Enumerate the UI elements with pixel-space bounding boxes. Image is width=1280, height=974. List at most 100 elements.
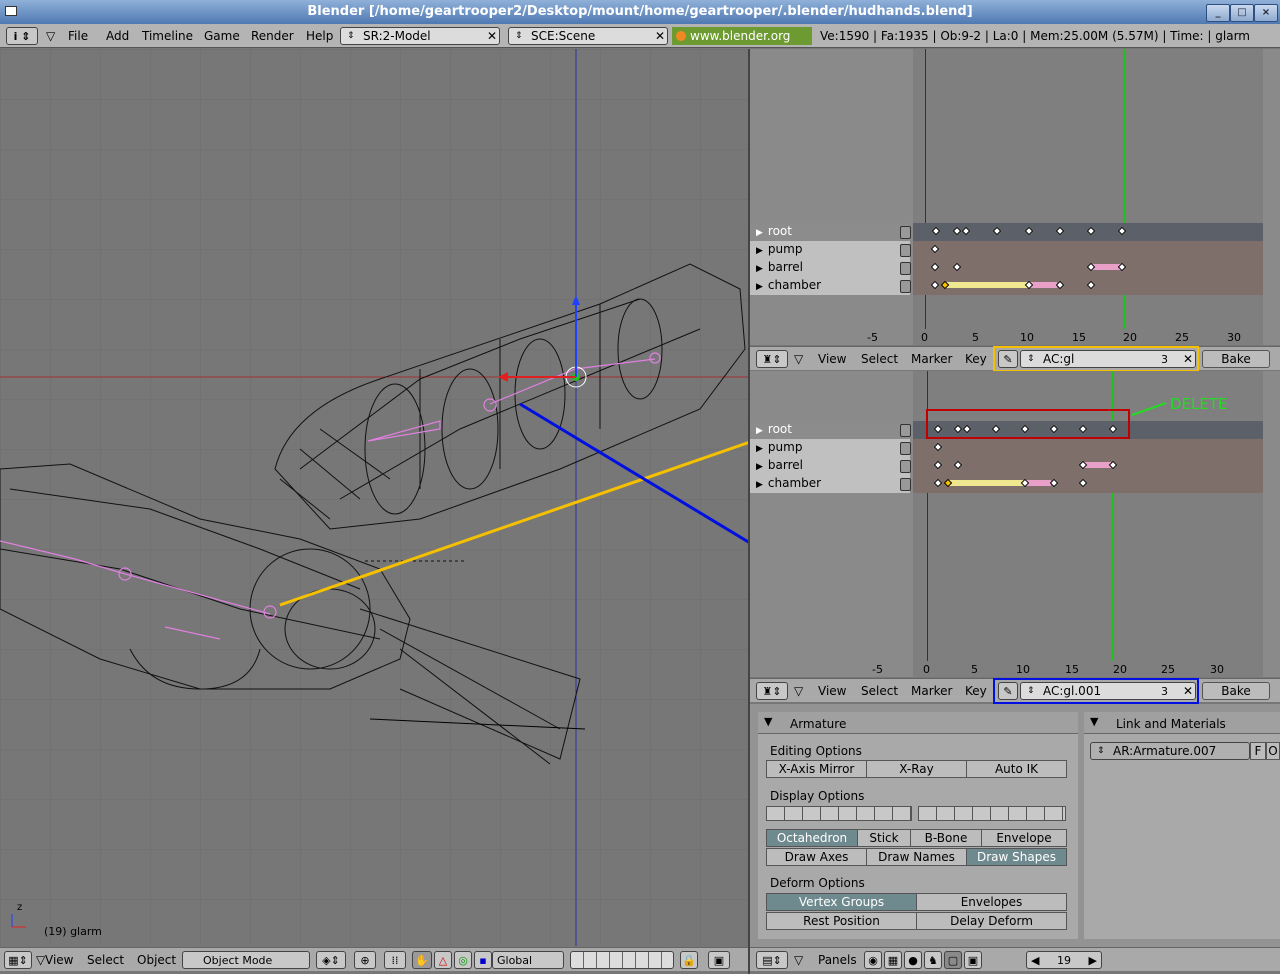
close-icon[interactable]: ✕ — [1183, 683, 1193, 700]
menu-timeline[interactable]: Timeline — [142, 29, 193, 43]
render-icon[interactable]: ▣ — [708, 951, 730, 969]
bake-button[interactable]: Bake — [1202, 682, 1270, 700]
collapse-triangle-icon[interactable]: ▼ — [1090, 715, 1098, 728]
lock-icon[interactable] — [900, 244, 911, 257]
scene-icon[interactable]: ▣ — [964, 951, 982, 969]
editor-type-icon[interactable]: ▦⇕ — [4, 951, 32, 969]
info-icon[interactable]: i ⇕ — [6, 27, 38, 45]
vertex-groups-button[interactable]: Vertex Groups — [766, 893, 917, 911]
scale-icon[interactable]: ▪ — [474, 951, 492, 969]
editor-type-icon[interactable]: ♜⇕ — [756, 682, 788, 700]
envelope-button[interactable]: Envelope — [981, 829, 1067, 847]
minimize-icon[interactable]: _ — [1206, 4, 1230, 22]
dropdown-arrow-icon[interactable]: ▽ — [794, 352, 803, 366]
bone-layers-2[interactable] — [918, 806, 1066, 821]
lock-icon[interactable]: 🔒 — [680, 951, 698, 969]
menu-marker[interactable]: Marker — [911, 352, 952, 366]
increment-icon[interactable]: ▶ — [1089, 952, 1097, 969]
menu-view[interactable]: View — [45, 953, 73, 967]
hand-icon[interactable]: ✋ — [412, 951, 432, 969]
draw-names-button[interactable]: Draw Names — [866, 848, 967, 866]
channel-row[interactable]: ▶ barrel — [750, 457, 1263, 475]
option-button[interactable]: O — [1266, 742, 1280, 760]
frame-field[interactable]: ◀ 19 ▶ — [1026, 951, 1102, 969]
scene-selector[interactable]: ⇕ SCE:Scene ✕ — [508, 27, 668, 45]
menu-marker[interactable]: Marker — [911, 684, 952, 698]
channel-row[interactable]: ▶ pump — [750, 439, 1263, 457]
channel-row[interactable]: ▶ root — [750, 223, 1263, 241]
b-bone-button[interactable]: B-Bone — [910, 829, 982, 847]
envelopes-button[interactable]: Envelopes — [916, 893, 1067, 911]
bake-button[interactable]: Bake — [1202, 350, 1270, 368]
dropdown-arrow-icon[interactable]: ▽ — [794, 953, 803, 967]
dropdown-arrow-icon[interactable]: ▽ — [36, 953, 45, 967]
channel-label[interactable]: ▶ root — [750, 421, 910, 439]
menu-key[interactable]: Key — [965, 352, 987, 366]
pivot-icon[interactable]: ⊕ — [354, 951, 376, 969]
collapse-triangle-icon[interactable]: ▼ — [764, 715, 772, 728]
fake-user-button[interactable]: F — [1250, 742, 1266, 760]
menu-key[interactable]: Key — [965, 684, 987, 698]
lock-icon[interactable] — [900, 280, 911, 293]
panels-menu[interactable]: Panels — [818, 953, 857, 967]
logic-icon[interactable]: ◉ — [864, 951, 882, 969]
3d-viewport[interactable]: z (19) glarm — [0, 49, 748, 946]
draw-shapes-button[interactable]: Draw Shapes — [966, 848, 1067, 866]
pin-icon[interactable]: ✎ — [998, 350, 1018, 368]
lock-icon[interactable] — [900, 478, 911, 491]
armature-name-field[interactable]: ⇕ AR:Armature.007 — [1090, 742, 1250, 760]
lock-icon[interactable] — [900, 424, 911, 437]
object-icon[interactable]: ♞ — [924, 951, 942, 969]
channel-row[interactable]: ▶ barrel — [750, 259, 1263, 277]
draw-type-icon[interactable]: ◈⇕ — [316, 951, 346, 969]
editor-type-icon[interactable]: ♜⇕ — [756, 350, 788, 368]
action-editor-top[interactable]: ▶ root ▶ pump ▶ barrel ▶ chamber -5 0 5 10 1… — [750, 49, 1280, 345]
channel-label[interactable]: ▶ chamber — [750, 475, 910, 493]
close-icon[interactable]: × — [1254, 4, 1278, 22]
menu-select[interactable]: Select — [861, 352, 898, 366]
stick-button[interactable]: Stick — [857, 829, 911, 847]
close-icon[interactable]: ✕ — [655, 28, 665, 45]
script-icon[interactable]: ▦ — [884, 951, 902, 969]
menu-add[interactable]: Add — [106, 29, 129, 43]
close-icon[interactable]: ✕ — [1183, 351, 1193, 368]
menu-file[interactable]: File — [68, 29, 88, 43]
lock-icon[interactable] — [900, 442, 911, 455]
rest-position-button[interactable]: Rest Position — [766, 912, 917, 930]
auto-ik-button[interactable]: Auto IK — [966, 760, 1067, 778]
delay-deform-button[interactable]: Delay Deform — [916, 912, 1067, 930]
bone-layers-1[interactable] — [766, 806, 912, 821]
menu-select[interactable]: Select — [861, 684, 898, 698]
rotate-icon[interactable]: ◎ — [454, 951, 472, 969]
channel-label[interactable]: ▶ chamber — [750, 277, 910, 295]
x-ray-button[interactable]: X-Ray — [866, 760, 967, 778]
x-axis-mirror-button[interactable]: X-Axis Mirror — [766, 760, 867, 778]
channel-label[interactable]: ▶ barrel — [750, 457, 910, 475]
channel-label[interactable]: ▶ pump — [750, 241, 910, 259]
menu-view[interactable]: View — [818, 352, 846, 366]
layer-buttons[interactable] — [570, 951, 674, 969]
mode-selector[interactable]: Object Mode — [182, 951, 310, 969]
channel-label[interactable]: ▶ root — [750, 223, 910, 241]
octahedron-button[interactable]: Octahedron — [766, 829, 858, 847]
pin-icon[interactable]: ✎ — [998, 682, 1018, 700]
action-selector[interactable]: ⇕ AC:gl 3 ✕ — [1020, 350, 1196, 368]
menu-object[interactable]: Object — [137, 953, 176, 967]
editor-type-icon[interactable]: ▤⇕ — [756, 951, 788, 969]
close-icon[interactable]: ✕ — [487, 28, 497, 45]
action-selector[interactable]: ⇕ AC:gl.001 3 ✕ — [1020, 682, 1196, 700]
channel-label[interactable]: ▶ barrel — [750, 259, 910, 277]
orientation-selector[interactable]: Global — [492, 951, 564, 969]
link-panel-tab[interactable]: ▼ Link and Materials — [1084, 712, 1280, 734]
draw-axes-button[interactable]: Draw Axes — [766, 848, 867, 866]
channel-row[interactable]: ▶ pump — [750, 241, 1263, 259]
editing-icon[interactable]: ▢ — [944, 951, 962, 969]
menu-help[interactable]: Help — [306, 29, 333, 43]
shading-icon[interactable]: ● — [904, 951, 922, 969]
channel-label[interactable]: ▶ pump — [750, 439, 910, 457]
action-editor-bottom[interactable]: ▶ root ▶ pump ▶ barrel ▶ chamber DELETE -5 0 — [750, 371, 1280, 677]
armature-panel-tab[interactable]: ▼ Armature — [758, 712, 1078, 734]
lock-icon[interactable] — [900, 226, 911, 239]
snap-icon[interactable]: ⁞⁞ — [384, 951, 406, 969]
decrement-icon[interactable]: ◀ — [1031, 952, 1039, 969]
